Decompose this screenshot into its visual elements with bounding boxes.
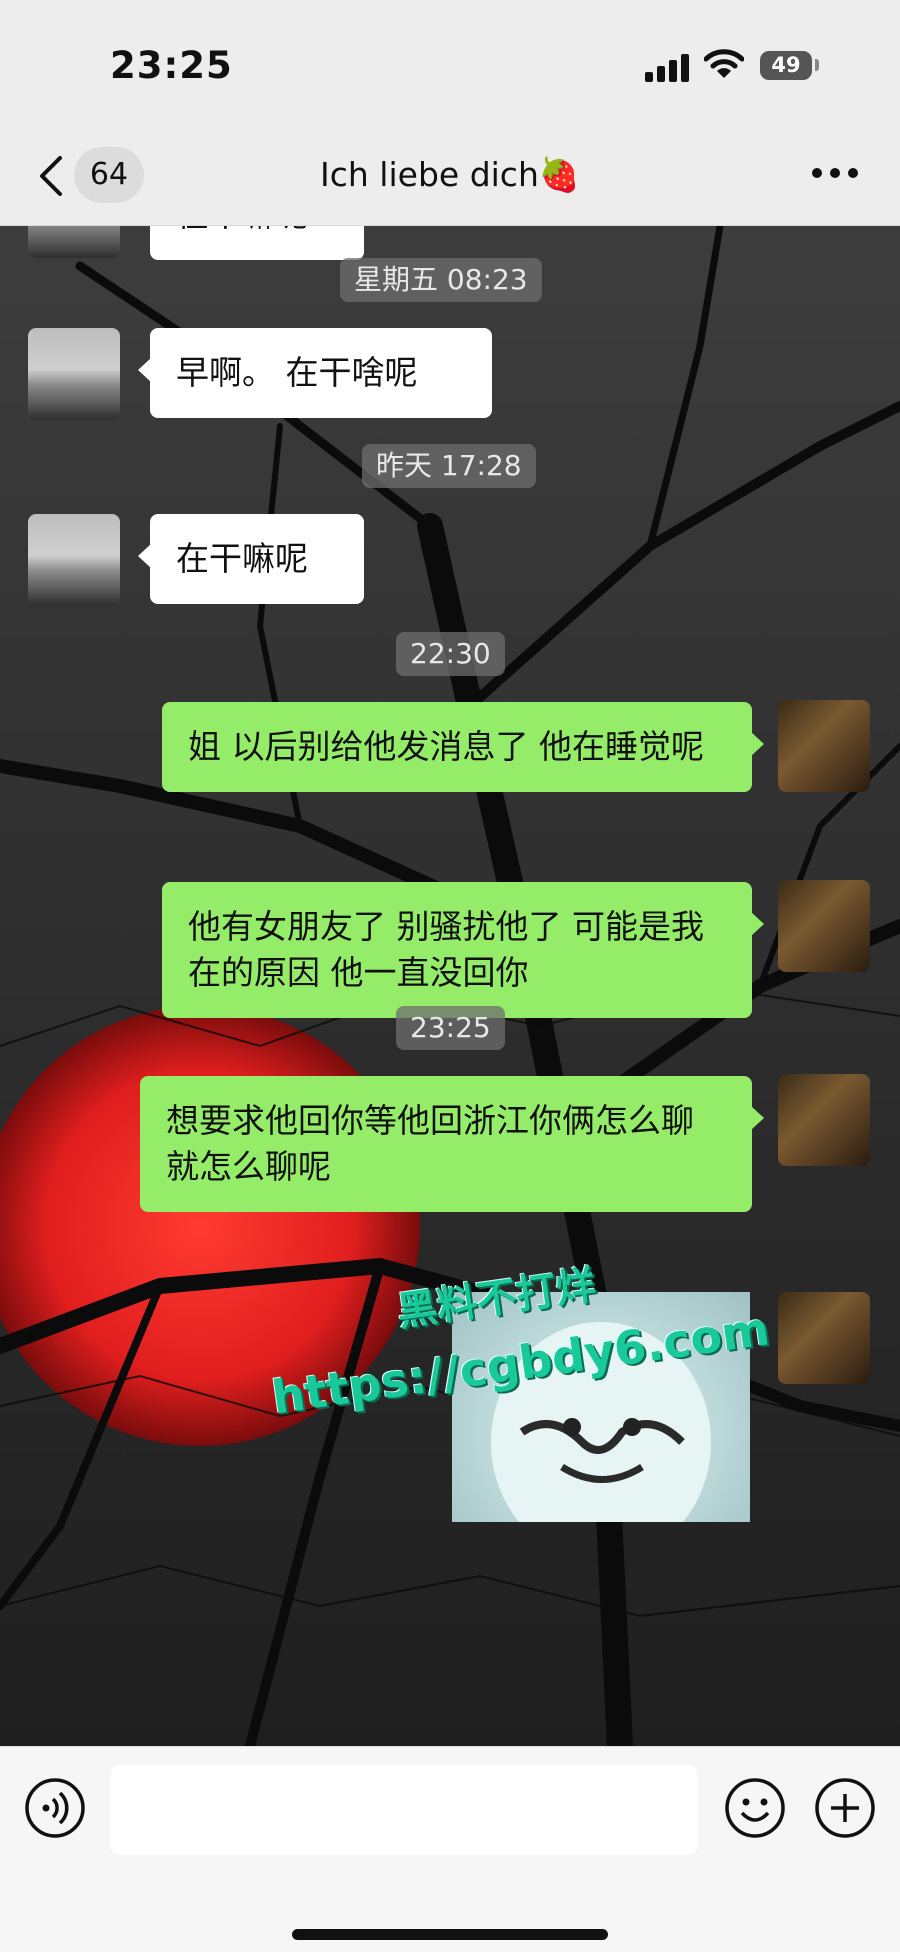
- my-avatar[interactable]: [778, 700, 870, 792]
- my-avatar[interactable]: [778, 1292, 870, 1384]
- chat-title: Ich liebe dich🍓: [320, 155, 580, 194]
- plus-icon[interactable]: [814, 1777, 876, 1839]
- contact-avatar[interactable]: [28, 226, 120, 258]
- my-avatar[interactable]: [778, 1074, 870, 1166]
- chat-header: 64 Ich liebe dich🍓: [0, 130, 900, 226]
- battery-nub: [815, 59, 819, 71]
- timestamp: 23:25: [396, 1006, 505, 1050]
- contact-avatar[interactable]: [28, 514, 120, 606]
- home-indicator[interactable]: [292, 1929, 608, 1940]
- timestamp: 星期五 08:23: [340, 258, 542, 302]
- more-icon[interactable]: [812, 168, 858, 180]
- input-bar: [0, 1746, 900, 1952]
- status-time: 23:25: [110, 44, 233, 87]
- chat-area[interactable]: 在干嘛呢 星期五 08:23 早啊。 在干啥呢 昨天 17:28 在干嘛呢 22…: [0, 226, 900, 1746]
- battery-level: 49: [760, 51, 812, 80]
- status-bar: 23:25 49: [0, 0, 900, 130]
- emoji-icon[interactable]: [724, 1777, 786, 1839]
- timestamp: 昨天 17:28: [362, 444, 536, 488]
- incoming-message[interactable]: 早啊。 在干啥呢: [138, 328, 492, 418]
- contact-avatar[interactable]: [28, 328, 120, 420]
- outgoing-message[interactable]: 他有女朋友了 别骚扰他了 可能是我在的原因 他一直没回你: [162, 882, 764, 1018]
- my-avatar[interactable]: [778, 880, 870, 972]
- signal-icon: [645, 52, 691, 82]
- outgoing-message[interactable]: 姐 以后别给他发消息了 他在睡觉呢: [162, 702, 764, 792]
- incoming-message[interactable]: 在干嘛呢: [138, 514, 364, 604]
- message-input[interactable]: [110, 1765, 698, 1855]
- incoming-message-partial[interactable]: 在干嘛呢: [150, 226, 364, 260]
- wifi-icon: [704, 49, 744, 78]
- timestamp: 22:30: [396, 632, 505, 676]
- outgoing-message[interactable]: 想要求他回你等他回浙江你俩怎么聊就怎么聊呢: [140, 1076, 764, 1212]
- voice-icon[interactable]: [24, 1777, 86, 1839]
